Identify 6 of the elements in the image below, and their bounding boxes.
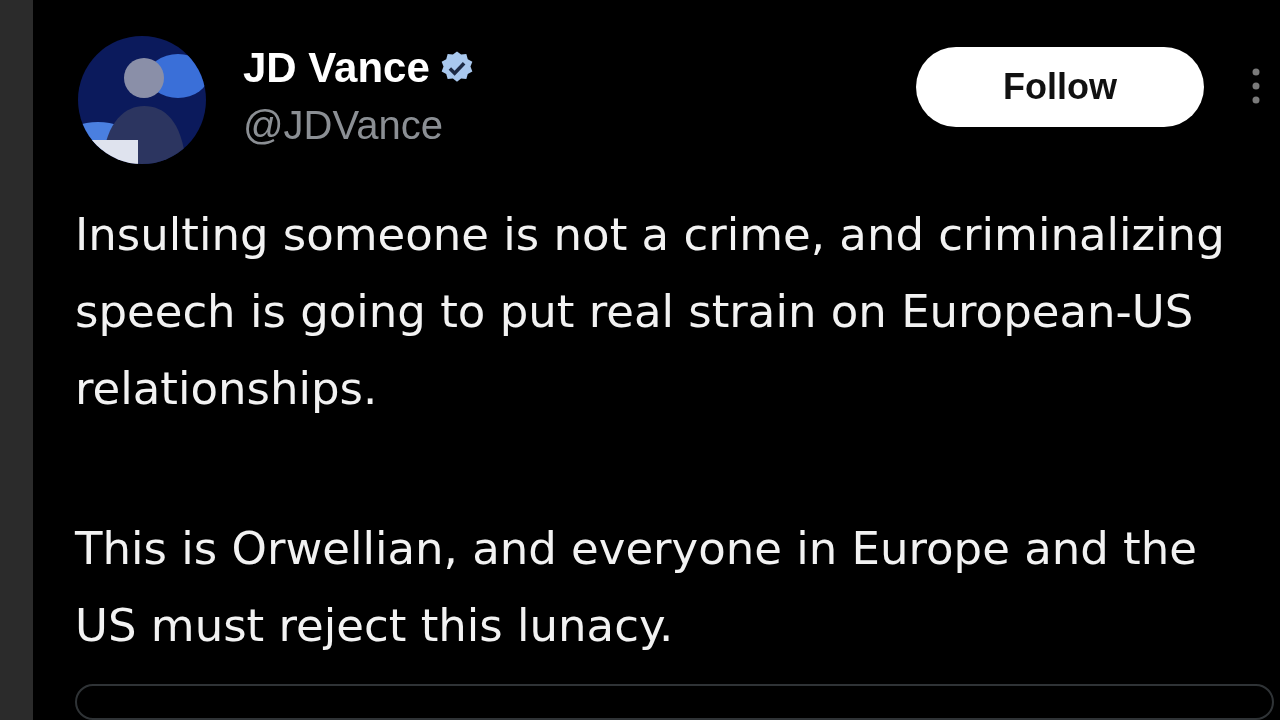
post-paragraph: Insulting someone is not a crime, and criminalizing speech is going to put real strain on European-US relationships. (75, 207, 1226, 417)
more-options-icon[interactable] (1252, 66, 1260, 106)
follow-button[interactable]: Follow (916, 47, 1204, 127)
post-paragraph: This is Orwellian, and everyone in Europe and the US must reject this lunacy. (75, 521, 1198, 654)
author-handle[interactable]: @JDVance (243, 100, 443, 150)
author-name[interactable]: JD Vance (243, 42, 430, 94)
